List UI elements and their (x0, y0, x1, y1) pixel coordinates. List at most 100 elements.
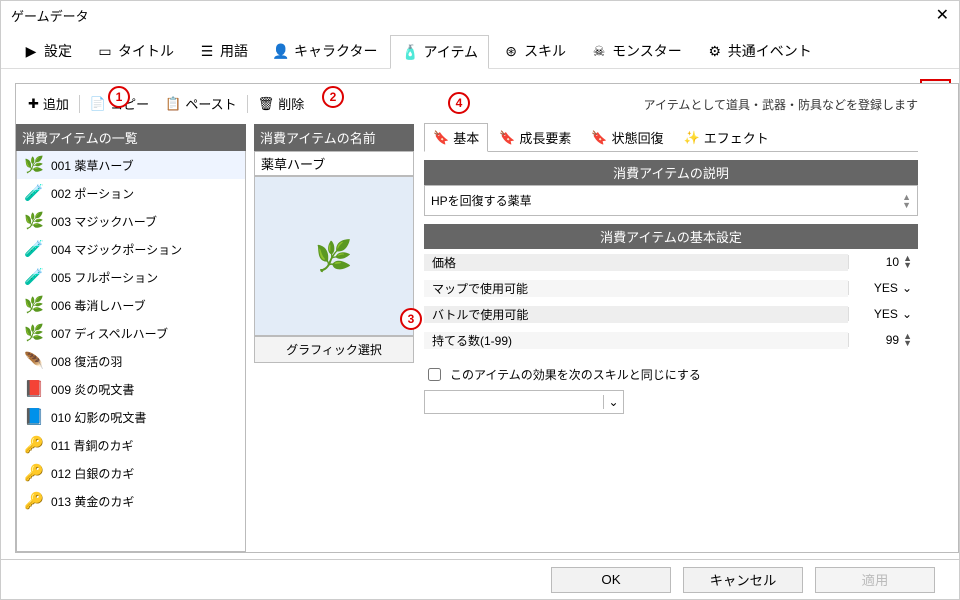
hold-count-input[interactable]: 99▲▼ (848, 333, 918, 347)
list-item[interactable]: 🔑011 青銅のカギ (17, 431, 245, 459)
skill-link-row: このアイテムの効果を次のスキルと同じにする (424, 365, 918, 384)
list-item[interactable]: 🌿 001 薬草ハーブ (17, 151, 245, 179)
main-column: 🔖基本 🔖成長要素 🔖状態回復 ✨エフェクト 消費アイテムの説明 HPを回復する… (424, 124, 958, 552)
tab-character[interactable]: 👤キャラクター (261, 34, 388, 68)
tab-skill[interactable]: ⊛スキル (491, 34, 577, 68)
herb-icon: 🌿 (315, 239, 352, 274)
skill-link-label: このアイテムの効果を次のスキルと同じにする (450, 366, 701, 383)
content-inner: ✚追加 📄コピー 📋ペースト 🗑削除 アイテムとして道具・武器・防具などを登録し… (15, 83, 959, 553)
graphic-preview[interactable]: 🌿 (254, 176, 414, 336)
item-icon: 🌿 (23, 322, 45, 344)
description-input[interactable]: HPを回復する薬草 ▲▼ (424, 185, 918, 216)
add-button[interactable]: ✚追加 (22, 92, 75, 115)
scroll-icon[interactable]: ▲▼ (902, 193, 911, 209)
title-bar: ゲームデータ ✕ (1, 1, 959, 29)
battle-usable-select[interactable]: YES⌄ (848, 307, 918, 321)
globe-icon: ⊛ (502, 42, 520, 60)
list-item[interactable]: 🌿 006 毒消しハーブ (17, 291, 245, 319)
item-icon: 🌿 (23, 154, 45, 176)
list-item[interactable]: 🌿007 ディスペルハーブ (17, 319, 245, 347)
list-item[interactable]: 🔑 012 白銀のカギ (17, 459, 245, 487)
subtab-status[interactable]: 🔖状態回復 (582, 123, 672, 151)
ok-button[interactable]: OK (551, 567, 671, 593)
graphic-select-button[interactable]: グラフィック選択 (254, 336, 414, 363)
tab-settings[interactable]: ▶設定 (11, 34, 83, 68)
copy-icon: 📄 (90, 96, 106, 112)
item-label: 011 青銅のカギ (51, 437, 133, 454)
skill-select[interactable]: ⌄ (424, 390, 624, 414)
tab-terms[interactable]: ☰用語 (187, 34, 259, 68)
title-icon: ▭ (96, 42, 114, 60)
monster-icon: ☠ (590, 42, 608, 60)
item-icon: 📘 (23, 406, 45, 428)
subtab-basic[interactable]: 🔖基本 (424, 123, 488, 152)
paste-button[interactable]: 📋ペースト (159, 92, 243, 115)
item-icon: 🌿 (23, 294, 45, 316)
tab-common-event[interactable]: ⚙共通イベント (695, 34, 823, 68)
list-header: 消費アイテムの一覧 (16, 124, 246, 151)
item-list[interactable]: 🌿001 薬草ハーブ🧪002 ポーション🌿003 マジックハーブ🧪004 マジッ… (16, 151, 246, 552)
spinner-icon[interactable]: ▲▼ (903, 333, 912, 347)
tab-monster[interactable]: ☠モンスター (579, 34, 693, 68)
toolbar: ✚追加 📄コピー 📋ペースト 🗑削除 (22, 92, 310, 115)
item-icon: 🌿 (23, 210, 45, 232)
item-label: 002 ポーション (51, 185, 134, 202)
property-table: 価格 10▲▼ マップで使用可能 YES⌄ バトルで使用可能 YES⌄ 持て (424, 249, 918, 353)
close-icon[interactable]: ✕ (936, 5, 949, 25)
prop-battle-usable: バトルで使用可能 YES⌄ (424, 301, 918, 327)
name-input[interactable] (254, 151, 414, 176)
tab-title[interactable]: ▭タイトル (85, 34, 185, 68)
list-item[interactable]: 🧪 005 フルポーション (17, 263, 245, 291)
bottle-icon: 🧴 (401, 43, 419, 61)
list-item[interactable]: 🪶 008 復活の羽 (17, 347, 245, 375)
tab-item[interactable]: 🧴アイテム (390, 35, 489, 69)
item-icon: 🔑 (23, 490, 45, 512)
trash-icon: 🗑 (258, 96, 275, 112)
list-item[interactable]: 🧪004 マジックポーション (17, 235, 245, 263)
price-input[interactable]: 10▲▼ (848, 255, 918, 269)
prop-hold-count: 持てる数(1-99) 99▲▼ (424, 327, 918, 353)
item-label: 012 白銀のカギ (51, 465, 134, 482)
apply-button: 適用 (815, 567, 935, 593)
delete-button[interactable]: 🗑削除 (252, 92, 311, 115)
content-area: 消費アイテム 武器 防具 ✚追加 📄コピー 📋ペースト 🗑削除 アイテムとして道… (1, 69, 959, 559)
item-label: 010 幻影の呪文書 (51, 409, 146, 426)
item-label: 005 フルポーション (51, 269, 158, 286)
body-columns: 消費アイテムの一覧 🌿001 薬草ハーブ🧪002 ポーション🌿003 マジックハ… (16, 124, 958, 552)
prop-price: 価格 10▲▼ (424, 249, 918, 275)
chevron-down-icon: ⌄ (603, 395, 623, 409)
callout-2: 2 (322, 86, 344, 108)
list-item[interactable]: 🌿003 マジックハーブ (17, 207, 245, 235)
name-header: 消費アイテムの名前 (254, 124, 414, 151)
list-item[interactable]: 📕 009 炎の呪文書 (17, 375, 245, 403)
map-usable-select[interactable]: YES⌄ (848, 281, 918, 295)
list-item[interactable]: 🔑 013 黄金のカギ (17, 487, 245, 515)
list-item[interactable]: 📘 010 幻影の呪文書 (17, 403, 245, 431)
chevron-down-icon: ⌄ (902, 307, 912, 321)
item-icon: 🔑 (23, 462, 45, 484)
plus-icon: ✚ (28, 96, 39, 112)
item-label: 009 炎の呪文書 (51, 381, 134, 398)
item-label: 006 毒消しハーブ (51, 297, 146, 314)
subtab-growth[interactable]: 🔖成長要素 (490, 123, 580, 151)
sparkle-icon: ✨ (684, 130, 700, 146)
item-label: 001 薬草ハーブ (51, 157, 134, 174)
hint-text: アイテムとして道具・武器・防具などを登録します (644, 96, 918, 113)
spinner-icon[interactable]: ▲▼ (903, 255, 912, 269)
item-icon: 🧪 (23, 266, 45, 288)
item-label: 013 黄金のカギ (51, 493, 134, 510)
subtab-effect[interactable]: ✨エフェクト (675, 123, 778, 151)
list-item[interactable]: 🧪002 ポーション (17, 179, 245, 207)
name-graphic-column: 消費アイテムの名前 🌿 グラフィック選択 (254, 124, 414, 552)
cancel-button[interactable]: キャンセル (683, 567, 803, 593)
sub-tabs: 🔖基本 🔖成長要素 🔖状態回復 ✨エフェクト (424, 124, 918, 152)
skill-link-checkbox[interactable] (428, 368, 441, 381)
item-icon: 🪶 (23, 350, 45, 372)
item-label: 008 復活の羽 (51, 353, 122, 370)
top-tabs: ▶設定 ▭タイトル ☰用語 👤キャラクター 🧴アイテム ⊛スキル ☠モンスター … (1, 29, 959, 69)
item-icon: 📕 (23, 378, 45, 400)
item-label: 004 マジックポーション (51, 241, 182, 258)
item-list-column: 消費アイテムの一覧 🌿001 薬草ハーブ🧪002 ポーション🌿003 マジックハ… (16, 124, 246, 552)
prop-map-usable: マップで使用可能 YES⌄ (424, 275, 918, 301)
callout-3: 3 (400, 308, 422, 330)
